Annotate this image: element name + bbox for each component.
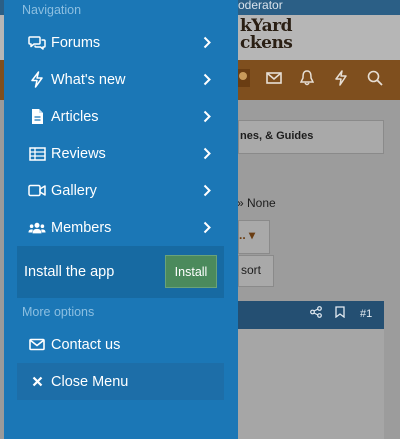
comments-icon <box>28 34 46 52</box>
file-icon <box>28 108 46 126</box>
bookmark-icon <box>335 306 345 318</box>
menu-item-contact-us[interactable]: Contact us <box>4 326 238 363</box>
chevron-right-icon <box>200 221 214 235</box>
background-sort-label: sort <box>241 263 262 277</box>
bolt-icon <box>28 71 46 89</box>
menu-item-label: Articles <box>51 108 99 125</box>
chevrons-icon: » <box>237 196 248 210</box>
menu-item-members[interactable]: Members <box>4 209 238 246</box>
menu-item-label: What's new <box>51 71 126 88</box>
chevron-right-icon <box>200 36 214 50</box>
bell-icon <box>296 67 318 89</box>
chevron-right-icon <box>200 184 214 198</box>
users-icon <box>28 219 46 237</box>
menu-item-forums[interactable]: Forums <box>4 24 238 61</box>
menu-item-label: Contact us <box>51 336 121 353</box>
chevron-right-icon <box>200 73 214 87</box>
menu-item-label: Forums <box>51 34 101 51</box>
bolt-icon <box>330 67 352 89</box>
envelope-icon <box>28 336 46 354</box>
close-icon <box>28 373 46 391</box>
background-user-role: oderator <box>238 0 283 12</box>
background-post-body <box>238 329 384 439</box>
install-app-label: Install the app <box>24 264 115 280</box>
site-logo: kYard ckens <box>240 18 293 53</box>
close-menu-label: Close Menu <box>51 373 129 390</box>
video-icon <box>28 182 46 200</box>
post-number: #1 <box>360 308 373 320</box>
background-section-title: nes, & Guides <box>240 130 314 142</box>
share-icon <box>310 306 322 318</box>
navigation-heading: Navigation <box>22 3 82 17</box>
filter-none-label: None <box>247 196 276 210</box>
menu-item-reviews[interactable]: Reviews <box>4 135 238 172</box>
menu-item-gallery[interactable]: Gallery <box>4 172 238 209</box>
chevron-right-icon <box>200 147 214 161</box>
install-button[interactable]: Install <box>165 255 217 288</box>
close-menu-button[interactable]: Close Menu <box>4 363 238 400</box>
chevron-right-icon <box>200 110 214 124</box>
menu-item-articles[interactable]: Articles <box>4 98 238 135</box>
background-select-caret: .. ▾ <box>239 228 256 242</box>
menu-item-label: Reviews <box>51 145 106 162</box>
menu-item-whats-new[interactable]: What's new <box>4 61 238 98</box>
mail-icon <box>263 67 285 89</box>
menu-item-label: Gallery <box>51 182 97 199</box>
more-options-heading: More options <box>22 305 95 319</box>
logo-line-2: ckens <box>240 33 293 53</box>
table-icon <box>28 145 46 163</box>
search-icon <box>364 67 386 89</box>
menu-item-label: Members <box>51 219 112 236</box>
background-filter: » None <box>237 196 276 210</box>
